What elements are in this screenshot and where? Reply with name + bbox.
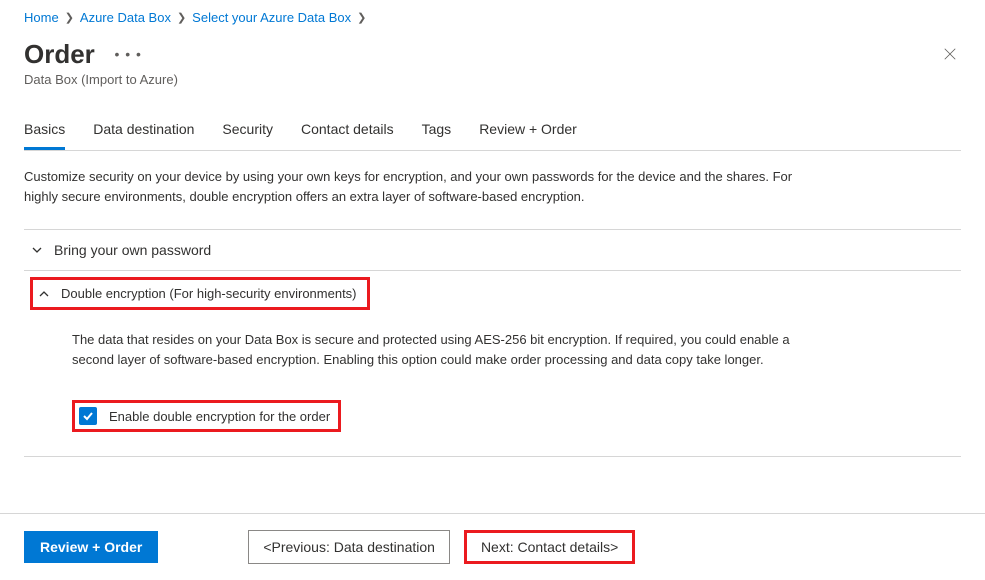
review-order-button[interactable]: Review + Order bbox=[24, 531, 158, 563]
breadcrumb-home[interactable]: Home bbox=[24, 10, 59, 25]
accordion-byop-title: Bring your own password bbox=[54, 242, 211, 258]
page-title: Order bbox=[24, 39, 95, 70]
checkbox-checked-icon[interactable] bbox=[79, 407, 97, 425]
chevron-down-icon bbox=[30, 243, 44, 257]
divider bbox=[24, 456, 961, 457]
accordion-bring-your-own-password[interactable]: Bring your own password bbox=[24, 229, 961, 270]
page-subtitle: Data Box (Import to Azure) bbox=[24, 72, 178, 87]
chevron-right-icon: ❯ bbox=[177, 11, 186, 24]
tab-contact-details[interactable]: Contact details bbox=[301, 115, 394, 150]
chevron-right-icon: ❯ bbox=[357, 11, 366, 24]
next-button[interactable]: Next: Contact details> bbox=[464, 530, 635, 564]
chevron-up-icon bbox=[37, 287, 51, 301]
divider bbox=[24, 150, 961, 151]
breadcrumb: Home ❯ Azure Data Box ❯ Select your Azur… bbox=[24, 10, 961, 25]
accordion-double-encryption[interactable]: Double encryption (For high-security env… bbox=[24, 270, 961, 316]
previous-button[interactable]: <Previous: Data destination bbox=[248, 530, 450, 564]
accordion-double-enc-title: Double encryption (For high-security env… bbox=[61, 286, 357, 301]
tab-security[interactable]: Security bbox=[222, 115, 273, 150]
breadcrumb-azure-data-box[interactable]: Azure Data Box bbox=[80, 10, 171, 25]
tab-review-order[interactable]: Review + Order bbox=[479, 115, 577, 150]
chevron-right-icon: ❯ bbox=[65, 11, 74, 24]
breadcrumb-select-data-box[interactable]: Select your Azure Data Box bbox=[192, 10, 351, 25]
enable-double-encryption-row[interactable]: Enable double encryption for the order bbox=[72, 400, 341, 432]
enable-double-encryption-label: Enable double encryption for the order bbox=[109, 409, 330, 424]
tabs: Basics Data destination Security Contact… bbox=[24, 115, 961, 151]
tab-basics[interactable]: Basics bbox=[24, 115, 65, 150]
intro-text: Customize security on your device by usi… bbox=[24, 167, 804, 207]
double-encryption-description: The data that resides on your Data Box i… bbox=[24, 316, 804, 386]
footer: Review + Order <Previous: Data destinati… bbox=[0, 513, 985, 580]
tab-tags[interactable]: Tags bbox=[422, 115, 452, 150]
more-icon[interactable]: • • • bbox=[114, 46, 141, 62]
tab-data-destination[interactable]: Data destination bbox=[93, 115, 194, 150]
close-icon[interactable] bbox=[939, 43, 961, 70]
